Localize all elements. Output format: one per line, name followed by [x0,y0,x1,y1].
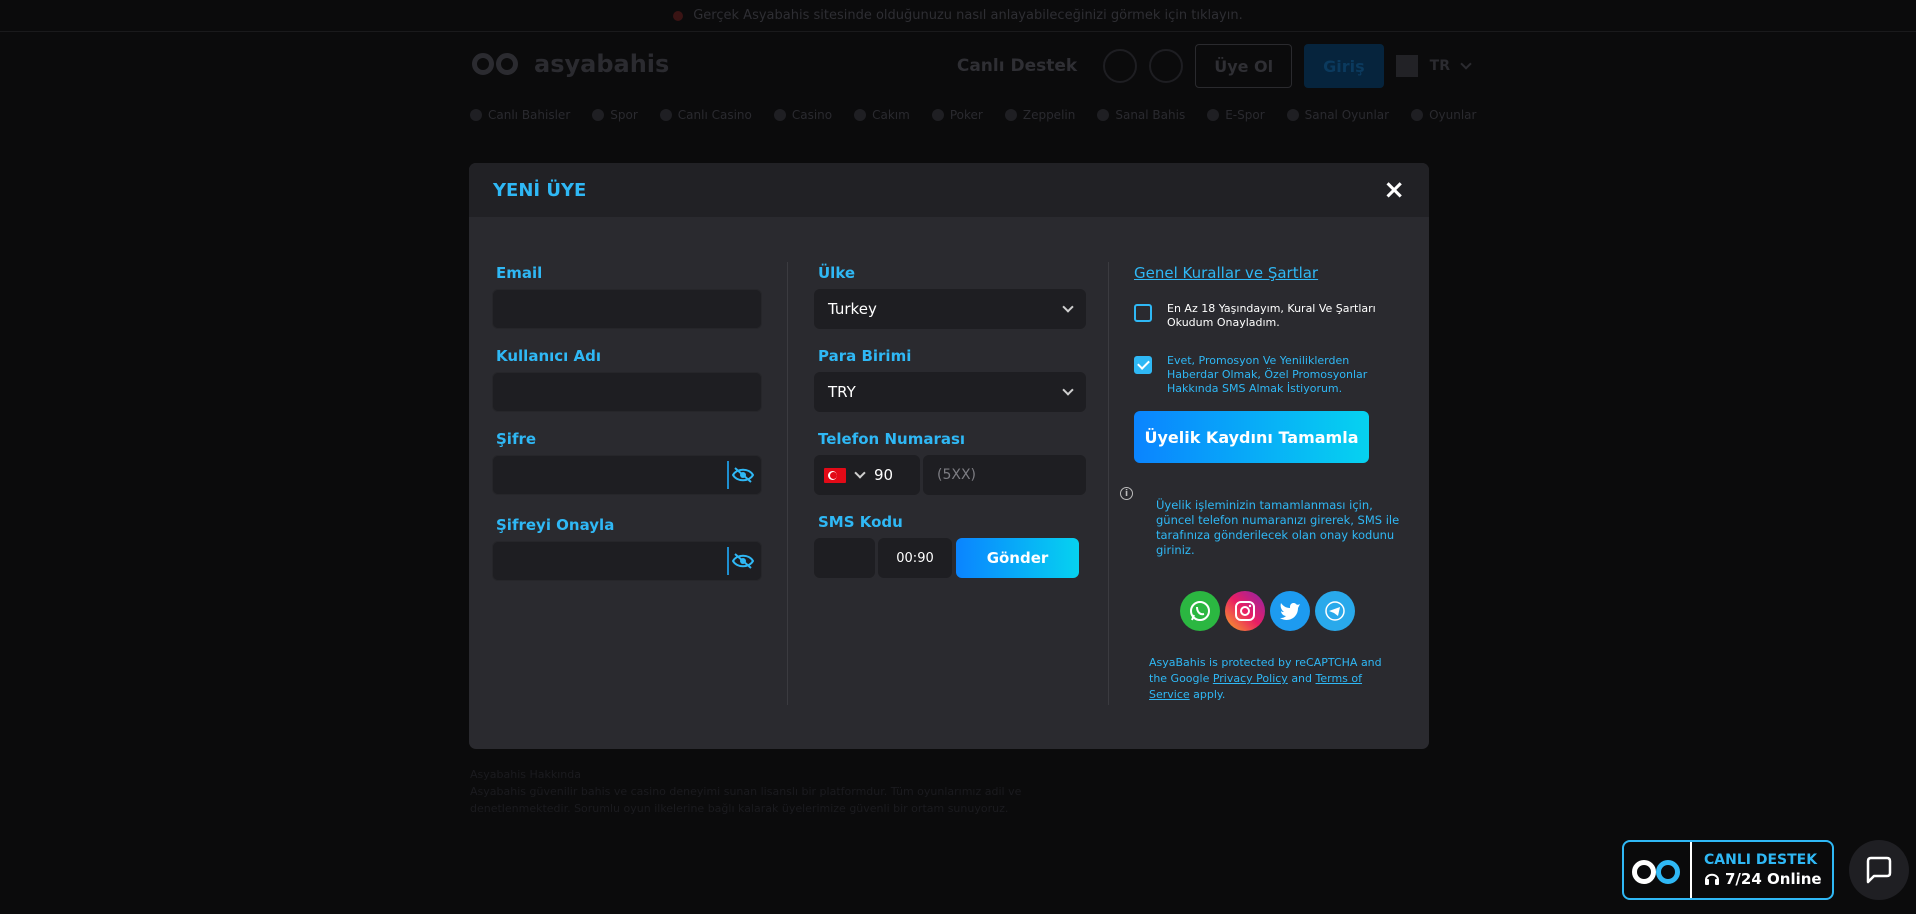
nav-item[interactable]: Sanal Oyunlar [1287,108,1389,122]
send-sms-button[interactable]: Gönder [956,538,1079,578]
nav-item[interactable]: Oyunlar [1411,108,1476,122]
username-field[interactable] [492,372,762,412]
confirm-password-field[interactable] [492,541,762,581]
recaptcha-apply: apply. [1193,688,1226,701]
chat-button[interactable] [1849,840,1909,900]
phone-placeholder: (5XX) [937,467,977,483]
topbar-text: Gerçek Asyabahis sitesinde olduğunuzu na… [693,8,1243,23]
twitter-glyph [1280,603,1300,620]
sms-timer: 00:90 [878,538,952,578]
country-value: Turkey [828,300,877,318]
nav-item[interactable]: Poker [932,108,983,122]
currency-value: TRY [828,383,856,401]
nav-item[interactable]: Spor [592,108,638,122]
nav-item[interactable]: Cakım [854,108,910,122]
live-support-texts: CANLI DESTEK 7/24 Online [1692,852,1822,888]
language-select[interactable]: TR [1430,58,1450,74]
age-terms-text: En Az 18 Yaşındayım, Kural Ve Şartları O… [1167,302,1376,329]
eye-slash-icon [732,553,754,569]
currency-select[interactable]: TRY [814,372,1086,412]
info-text: Üyelik işleminizin tamamlanması için, gü… [1156,498,1400,557]
toggle-confirm-visibility[interactable] [727,547,757,575]
country-select[interactable]: Turkey [814,289,1086,329]
nav-item[interactable]: E-Spor [1207,108,1264,122]
chevron-down-icon [1062,301,1074,313]
instagram-icon[interactable] [1225,591,1265,631]
confirm-password-label: Şifreyi Onayla [496,516,615,534]
live-support-subtitle-row: 7/24 Online [1704,870,1822,888]
main-nav: Canlı Bahisler Spor Canlı Casino Casino … [470,108,1476,122]
email-label: Email [496,264,543,282]
promo-sms-text: Evet, Promosyon Ve Yeniliklerden Haberda… [1167,354,1368,395]
alert-icon [673,10,684,21]
telegram-icon[interactable] [1315,591,1355,631]
nav-item[interactable]: Canlı Bahisler [470,108,570,122]
password-label: Şifre [496,430,537,448]
phone-label: Telefon Numarası [818,430,966,448]
info-icon: i [1120,487,1133,500]
live-support-title: CANLI DESTEK [1704,852,1818,868]
complete-registration-button[interactable]: Üyelik Kaydını Tamamla [1134,411,1369,463]
whatsapp-header-icon[interactable] [1149,49,1184,83]
recaptcha-notice: AsyaBahis is protected by reCAPTCHA and … [1149,655,1399,703]
recaptcha-and: and [1291,672,1313,685]
logo-text: asyabahis [534,50,670,78]
username-label: Kullanıcı Adı [496,347,602,365]
live-support-badge[interactable]: CANLI DESTEK 7/24 Online [1622,840,1834,900]
modal-title: YENİ ÜYE [493,179,587,201]
twitter-icon[interactable] [1270,591,1310,631]
register-button[interactable]: Üye Ol [1195,44,1293,88]
footer-about: Asyabahis Hakkında Asyabahis güvenilir b… [470,766,1030,817]
registration-modal: YENİ ÜYE × Email Kullanıcı Adı Şifre Şif… [469,163,1429,749]
chevron-down-icon [1460,58,1472,70]
privacy-policy-link[interactable]: Privacy Policy [1213,672,1288,685]
nav-item[interactable]: Canlı Casino [660,108,752,122]
chat-bubble-icon [1866,856,1892,884]
eye-slash-icon [732,467,754,483]
close-button[interactable]: × [1383,177,1405,203]
nav-item[interactable]: Casino [774,108,832,122]
phone-country-code[interactable]: 90 [814,455,920,495]
whatsapp-icon[interactable] [1180,591,1220,631]
instagram-glyph [1235,601,1255,621]
chevron-down-icon [854,467,866,479]
header-actions: Canlı Destek Üye Ol Giriş TR [943,44,1472,88]
logo-rings-icon [470,50,528,78]
site-header: asyabahis Canlı Destek Üye Ol Giriş TR [470,40,1472,92]
login-button[interactable]: Giriş [1304,44,1384,88]
toggle-password-visibility[interactable] [727,461,757,489]
turkey-flag-icon [824,467,846,483]
sms-code-label: SMS Kodu [818,513,903,531]
gift-icon[interactable] [1395,55,1418,77]
live-support-link[interactable]: Canlı Destek [943,46,1091,86]
promo-sms-checkbox[interactable] [1134,356,1152,374]
brand-logo-icon [1624,842,1692,898]
password-field[interactable] [492,455,762,495]
live-support-subtitle: 7/24 Online [1725,870,1822,888]
site-logo[interactable]: asyabahis [470,50,669,78]
nav-item[interactable]: Zeppelin [1005,108,1076,122]
telegram-glyph [1325,601,1345,621]
chevron-down-icon [1062,384,1074,396]
country-label: Ülke [818,264,856,282]
headset-icon [1705,873,1719,885]
modal-header: YENİ ÜYE × [469,163,1429,217]
phone-code: 90 [874,466,894,484]
terms-link[interactable]: Genel Kurallar ve Şartlar [1134,264,1318,282]
currency-label: Para Birimi [818,347,912,365]
whatsapp-glyph [1190,601,1210,621]
sms-code-input[interactable] [814,538,875,578]
footer-title: Asyabahis Hakkında [470,768,581,781]
age-terms-checkbox[interactable] [1134,304,1152,322]
column-divider [1108,262,1109,705]
phone-input[interactable]: (5XX) [923,455,1086,495]
column-divider [787,262,788,705]
footer-body: Asyabahis güvenilir bahis ve casino dene… [470,785,1022,815]
topbar[interactable]: Gerçek Asyabahis sitesinde olduğunuzu na… [0,0,1916,32]
phone-icon[interactable] [1103,49,1138,83]
email-field[interactable] [492,289,762,329]
nav-item[interactable]: Sanal Bahis [1097,108,1185,122]
